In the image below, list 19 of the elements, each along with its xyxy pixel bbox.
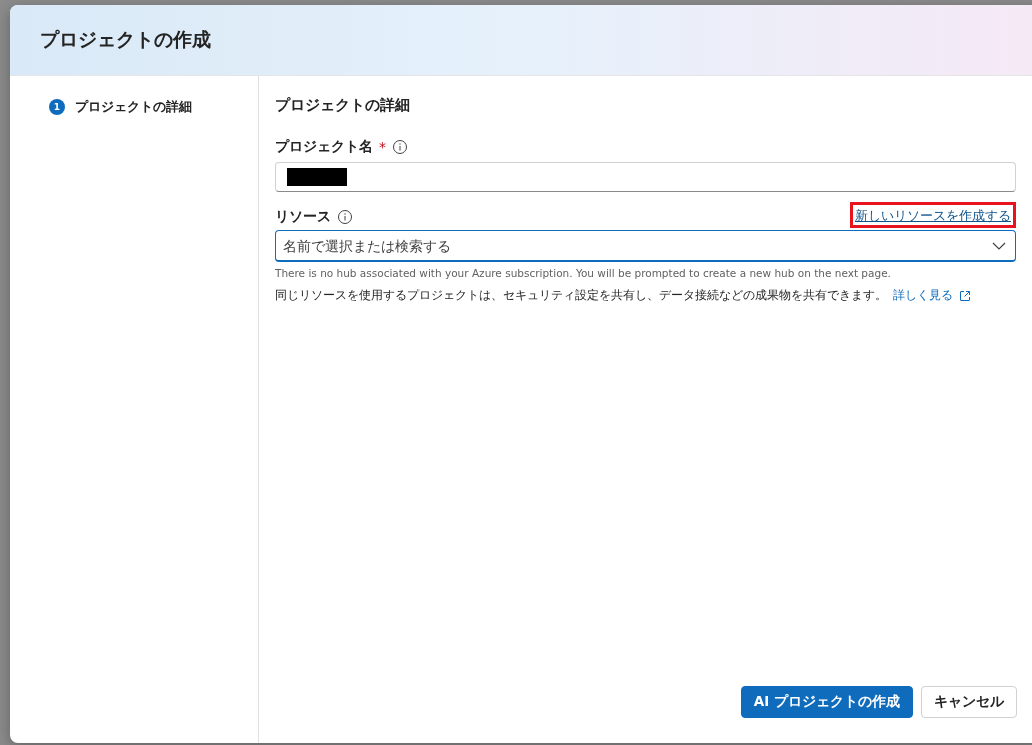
input-field[interactable]	[275, 162, 1016, 192]
field-label: プロジェクト名	[275, 138, 373, 156]
step-number: 1	[49, 99, 65, 115]
section-title: プロジェクトの詳細	[275, 96, 411, 115]
dialog-title: プロジェクトの作成	[40, 27, 211, 52]
cancel-button[interactable]: キャンセル	[921, 686, 1017, 718]
required-mark: *	[379, 139, 386, 155]
create-project-button[interactable]: AI プロジェクトの作成	[740, 686, 913, 718]
step-label[interactable]: プロジェクトの詳細	[75, 98, 192, 116]
hint-text: There is no hub associated with your Azure subscription. You will be prompted to create a new hub on the next page.	[275, 267, 892, 279]
field-label: リソース	[275, 208, 331, 226]
info-icon[interactable]	[337, 209, 353, 225]
resource-dropdown[interactable]: 名前で選択または検索する	[275, 230, 1016, 262]
chevron-down-icon	[992, 242, 1006, 250]
learn-more-link[interactable]: 詳しく見る	[893, 287, 953, 304]
external-link-icon[interactable]	[959, 289, 971, 302]
description-text: 同じリソースを使用するプロジェクトは、セキュリティ設定を共有し、データ接続などの成果物を共有できます。	[275, 287, 887, 304]
info-icon[interactable]	[392, 139, 408, 155]
create-resource-link[interactable]: 新しいリソースを作成する	[853, 205, 1013, 225]
